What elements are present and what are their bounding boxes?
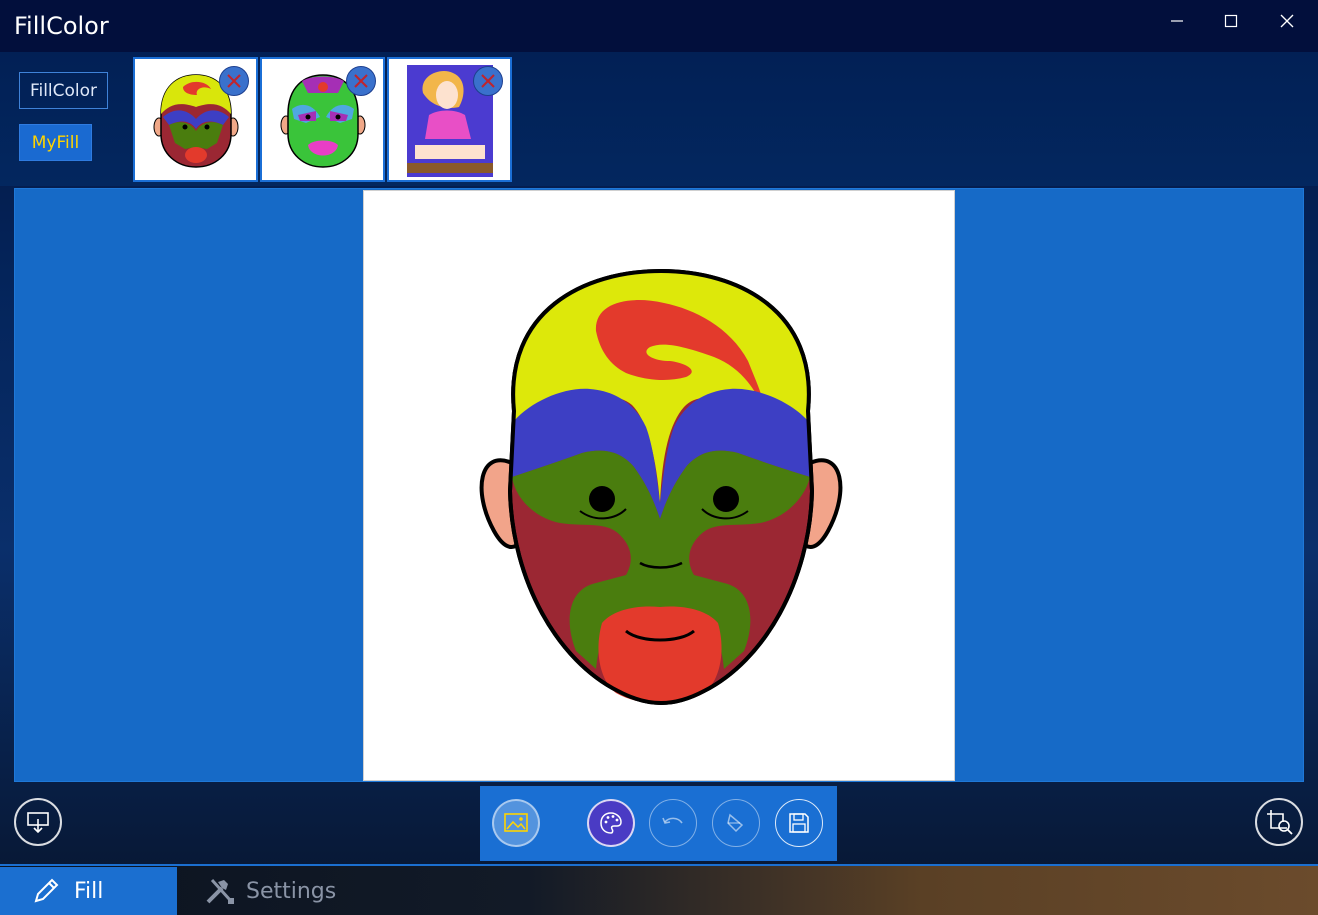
action-toolbar [480,786,837,861]
myfill-tab[interactable]: MyFill [19,124,92,161]
close-icon [481,74,495,88]
fill-button[interactable] [712,799,760,847]
app-title: FillColor [14,12,109,40]
minimize-icon [1171,20,1183,22]
save-icon [789,813,809,833]
nav-settings-tab[interactable]: Settings [204,867,336,915]
palette-button[interactable] [587,799,635,847]
undo-icon [662,817,683,824]
remove-thumbnail-button[interactable] [346,66,376,96]
opera-mask-drawing [479,268,843,705]
nav-settings-label: Settings [246,878,337,904]
remove-thumbnail-button[interactable] [219,66,249,96]
close-icon [1280,14,1294,28]
remove-thumbnail-button[interactable] [473,66,503,96]
undo-button[interactable] [649,799,697,847]
import-button[interactable] [14,798,62,846]
drawing-canvas[interactable] [363,190,955,781]
crop-zoom-icon [1267,810,1293,835]
palette-icon [600,812,622,834]
zoom-crop-button[interactable] [1255,798,1303,846]
nav-fill-tab[interactable]: Fill [0,867,177,915]
thumbnail-mask-1[interactable] [133,57,258,182]
pencil-icon [34,878,59,903]
bottom-nav [0,865,1318,915]
nav-fill-label: Fill [74,878,104,904]
title-bar: FillColor [0,0,1318,52]
fill-bucket-icon [727,813,744,833]
save-button[interactable] [775,799,823,847]
close-button[interactable] [1264,6,1310,36]
import-icon [27,812,49,834]
image-icon [504,813,528,832]
maximize-button[interactable] [1208,6,1254,36]
thumbnail-girl[interactable] [387,57,512,182]
close-icon [354,74,368,88]
fillcolor-tab[interactable]: FillColor [19,72,108,109]
thumbnail-mask-2[interactable] [260,57,385,182]
image-button[interactable] [492,799,540,847]
close-icon [227,74,241,88]
minimize-button[interactable] [1154,6,1200,36]
nav-divider [0,864,1318,866]
tools-icon [206,878,234,904]
maximize-icon [1224,14,1238,28]
